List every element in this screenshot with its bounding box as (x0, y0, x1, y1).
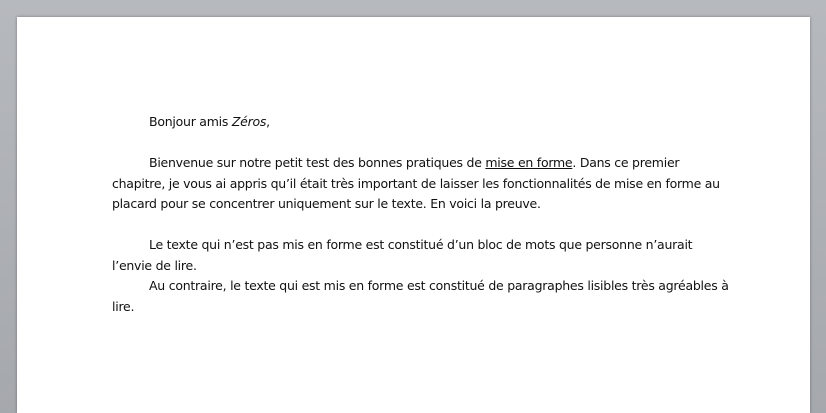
paragraph-unformatted: Le texte qui n’est pas mis en forme est … (112, 237, 693, 273)
document-workspace: Bonjour amis Zéros, Bienvenue sur notre … (0, 0, 826, 413)
empty-line (112, 215, 732, 236)
paragraph-formatted: Au contraire, le texte qui est mis en fo… (112, 278, 729, 314)
paragraph-intro-before: Bienvenue sur notre petit test des bonne… (149, 155, 486, 170)
underlined-phrase: mise en forme (485, 155, 573, 170)
document-page[interactable]: Bonjour amis Zéros, Bienvenue sur notre … (17, 17, 810, 413)
greeting-line: Bonjour amis Zéros, (112, 112, 732, 133)
greeting-prefix: Bonjour amis (149, 114, 232, 129)
greeting-suffix: , (266, 114, 270, 129)
document-body[interactable]: Bonjour amis Zéros, Bienvenue sur notre … (112, 112, 732, 317)
paragraph-intro: Bienvenue sur notre petit test des bonne… (112, 153, 732, 215)
greeting-name: Zéros (231, 114, 267, 129)
empty-line (112, 133, 732, 154)
